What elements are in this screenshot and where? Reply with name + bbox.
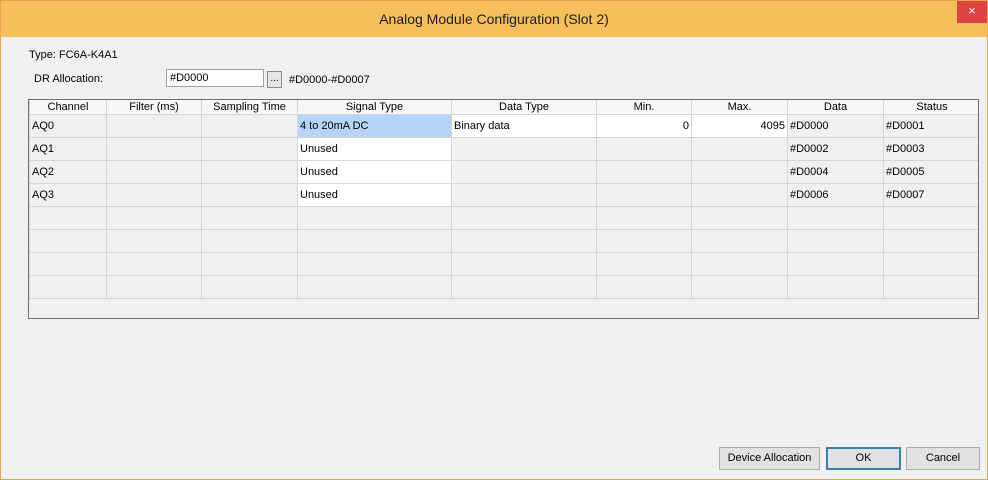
cell-filter <box>106 136 202 161</box>
cell-status: #D0001 <box>883 113 978 138</box>
channel-grid: Channel Filter (ms) Sampling Time Signal… <box>28 99 979 319</box>
cell-sampling-time[interactable] <box>201 113 298 138</box>
column-header-channel[interactable]: Channel <box>29 100 107 115</box>
cell-status: #D0007 <box>883 182 978 207</box>
dr-allocation-range: #D0000-#D0007 <box>289 74 370 86</box>
cell-sampling-time <box>201 182 298 207</box>
cell-channel: AQ0 <box>29 113 107 138</box>
column-header-data-type[interactable]: Data Type <box>451 100 597 115</box>
cell-data-type[interactable]: Binary data <box>451 113 597 138</box>
cell-max <box>691 159 788 184</box>
cell-filter <box>106 159 202 184</box>
cell-signal-type[interactable]: 4 to 20mA DC <box>297 113 452 138</box>
cell-min <box>596 159 692 184</box>
device-allocation-button[interactable]: Device Allocation <box>719 447 820 470</box>
empty-row <box>29 228 978 253</box>
cell-max <box>691 136 788 161</box>
module-type-label: Type: FC6A-K4A1 <box>29 49 118 61</box>
close-button[interactable]: × <box>957 1 987 23</box>
column-header-sampling-time[interactable]: Sampling Time <box>201 100 298 115</box>
column-header-status[interactable]: Status <box>883 100 978 115</box>
ok-button[interactable]: OK <box>826 447 901 470</box>
cell-min <box>596 136 692 161</box>
cell-signal-type[interactable]: Unused <box>297 182 452 207</box>
table-row: AQ3 Unused #D0006 #D0007 <box>29 182 978 207</box>
empty-row <box>29 205 978 230</box>
cell-min[interactable]: 0 <box>596 113 692 138</box>
cell-data-type <box>451 159 597 184</box>
dr-allocation-label: DR Allocation: <box>34 73 104 85</box>
dr-allocation-field[interactable]: #D0000 <box>166 69 264 87</box>
cell-data-type <box>451 136 597 161</box>
empty-row <box>29 251 978 276</box>
title-bar[interactable]: Analog Module Configuration (Slot 2) × <box>1 1 987 37</box>
table-row: AQ1 Unused #D0002 #D0003 <box>29 136 978 161</box>
cell-channel: AQ3 <box>29 182 107 207</box>
cell-data: #D0000 <box>787 113 884 138</box>
cell-signal-type[interactable]: Unused <box>297 136 452 161</box>
cell-max[interactable]: 4095 <box>691 113 788 138</box>
cell-channel: AQ1 <box>29 136 107 161</box>
grid-header-row: Channel Filter (ms) Sampling Time Signal… <box>29 100 978 115</box>
cell-signal-type[interactable]: Unused <box>297 159 452 184</box>
cell-min <box>596 182 692 207</box>
window-title: Analog Module Configuration (Slot 2) <box>379 11 609 27</box>
column-header-min[interactable]: Min. <box>596 100 692 115</box>
column-header-data[interactable]: Data <box>787 100 884 115</box>
close-icon: × <box>968 3 976 18</box>
dr-allocation-browse-button[interactable]: ... <box>267 71 282 88</box>
cell-data: #D0004 <box>787 159 884 184</box>
empty-row <box>29 274 978 299</box>
column-header-max[interactable]: Max. <box>691 100 788 115</box>
table-row: AQ0 4 to 20mA DC Binary data 0 4095 #D00… <box>29 113 978 138</box>
cell-status: #D0003 <box>883 136 978 161</box>
cell-data-type <box>451 182 597 207</box>
cell-filter <box>106 182 202 207</box>
column-header-filter[interactable]: Filter (ms) <box>106 100 202 115</box>
cancel-button[interactable]: Cancel <box>906 447 980 470</box>
cell-sampling-time <box>201 136 298 161</box>
cell-sampling-time <box>201 159 298 184</box>
cell-max <box>691 182 788 207</box>
cell-filter[interactable] <box>106 113 202 138</box>
cell-channel: AQ2 <box>29 159 107 184</box>
cell-data: #D0002 <box>787 136 884 161</box>
column-header-signal-type[interactable]: Signal Type <box>297 100 452 115</box>
table-row: AQ2 Unused #D0004 #D0005 <box>29 159 978 184</box>
dialog-body: Type: FC6A-K4A1 DR Allocation: #D0000 ..… <box>9 37 980 471</box>
cell-status: #D0005 <box>883 159 978 184</box>
dialog-window: Analog Module Configuration (Slot 2) × T… <box>0 0 988 480</box>
cell-data: #D0006 <box>787 182 884 207</box>
